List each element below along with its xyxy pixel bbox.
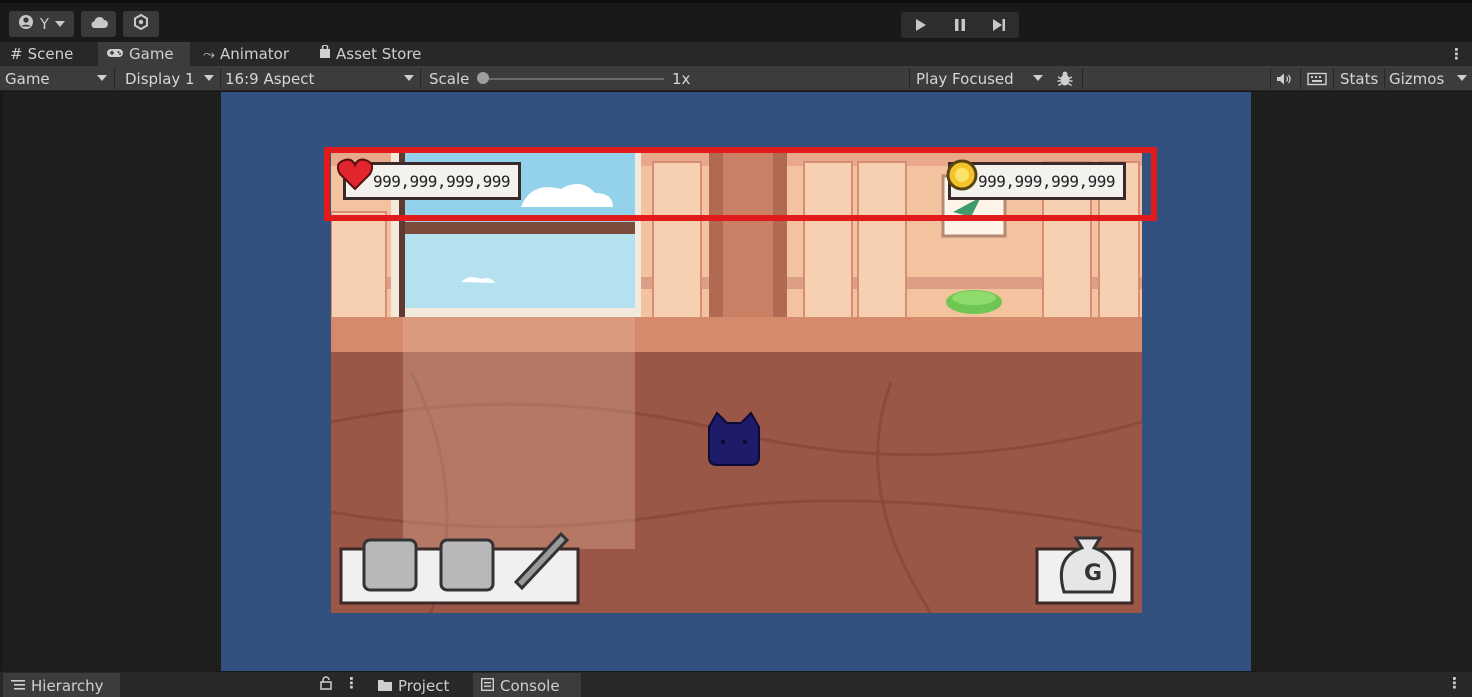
account-dropdown[interactable]: Y — [9, 11, 74, 37]
cloud-button[interactable] — [81, 11, 116, 37]
view-mode-label: Game — [5, 69, 50, 88]
more-options-icon[interactable]: ⋮ — [344, 674, 359, 692]
play-button[interactable] — [901, 12, 940, 38]
chevron-down-icon[interactable] — [1457, 75, 1467, 81]
account-icon — [18, 14, 34, 34]
tab-asset-store[interactable]: Asset Store — [311, 42, 429, 66]
chevron-down-icon — [404, 75, 414, 81]
playmode-controls — [901, 12, 1019, 38]
chevron-down-icon — [204, 75, 214, 81]
tab-asset-store-label: Asset Store — [336, 45, 422, 63]
scale-slider-handle[interactable] — [477, 72, 489, 84]
tab-console-label: Console — [500, 676, 560, 695]
bottom-panel-tabs: Hierarchy ⋮ Project Console ⋮ — [0, 671, 1472, 697]
divider — [114, 68, 115, 89]
account-label: Y — [39, 15, 50, 33]
tab-scene[interactable]: # Scene — [2, 42, 81, 66]
step-icon — [993, 19, 1006, 31]
more-options-icon[interactable]: ⋮ — [1449, 42, 1464, 66]
step-button[interactable] — [980, 12, 1019, 38]
view-tabs: # Scene Game ⤳ Animator Asset Store ⋮ — [0, 42, 1472, 66]
play-mode-label: Play Focused — [916, 69, 1014, 88]
tab-game[interactable]: Game — [98, 42, 190, 66]
game-scene[interactable]: G — [331, 152, 1142, 613]
tab-project-label: Project — [398, 676, 450, 695]
play-icon — [915, 19, 926, 31]
tab-animator[interactable]: ⤳ Animator — [195, 42, 297, 66]
bug-icon[interactable] — [1056, 66, 1074, 91]
divider — [1384, 68, 1385, 89]
pause-button[interactable] — [940, 12, 979, 38]
tab-hierarchy[interactable]: Hierarchy — [3, 673, 120, 697]
svg-text:G: G — [1084, 561, 1102, 586]
aspect-dropdown[interactable]: 16:9 Aspect — [225, 66, 415, 91]
bag-panel: G — [1035, 536, 1134, 605]
divider — [1300, 68, 1301, 89]
tab-scene-label: Scene — [27, 45, 74, 63]
animator-icon: ⤳ — [203, 45, 216, 63]
gamepad-icon — [106, 45, 124, 63]
stone-upgrade-icon — [439, 538, 495, 592]
divider — [220, 68, 221, 89]
coin-icon — [945, 158, 979, 196]
folder-icon — [378, 677, 392, 695]
list-icon — [11, 677, 25, 695]
main-toolbar: Y — [0, 0, 1472, 42]
scale-slider-track[interactable] — [482, 78, 664, 80]
pause-icon — [954, 19, 965, 31]
scale-label: Scale — [429, 69, 470, 88]
console-icon — [480, 677, 495, 695]
aspect-label: 16:9 Aspect — [225, 69, 315, 88]
keyboard-icon[interactable] — [1307, 66, 1327, 91]
tab-project[interactable]: Project — [370, 673, 457, 697]
view-mode-dropdown[interactable]: Game — [5, 66, 111, 91]
lock-icon[interactable] — [320, 676, 332, 694]
chevron-down-icon — [1033, 75, 1043, 81]
divider — [1082, 68, 1083, 89]
display-label: Display 1 — [125, 69, 195, 88]
game-view-toolbar: Game Display 1 16:9 Aspect Scale 1x Play… — [0, 66, 1472, 91]
grid-icon: # — [10, 45, 23, 63]
chevron-down-icon — [97, 75, 107, 81]
tab-console[interactable]: Console — [473, 673, 581, 697]
tab-hierarchy-label: Hierarchy — [31, 676, 104, 695]
chevron-down-icon — [55, 21, 66, 27]
divider — [1270, 68, 1271, 89]
divider — [909, 68, 910, 89]
play-mode-dropdown[interactable]: Play Focused — [916, 66, 1042, 91]
divider — [420, 68, 421, 89]
scale-value: 1x — [672, 69, 691, 88]
collab-icon — [133, 13, 149, 34]
hp-value: 999,999,999,999 — [373, 171, 511, 191]
audio-mute-icon[interactable] — [1276, 66, 1292, 91]
divider — [1333, 68, 1334, 89]
gizmos-button[interactable]: Gizmos — [1389, 66, 1444, 91]
more-options-icon[interactable]: ⋮ — [1447, 674, 1462, 692]
shopping-bag-icon — [319, 44, 331, 63]
cloud-icon — [89, 15, 109, 33]
tab-animator-label: Animator — [220, 45, 289, 63]
collab-button[interactable] — [123, 11, 159, 37]
stone-item-icon — [362, 538, 418, 592]
gold-value: 999,999,999,999 — [978, 171, 1116, 191]
stats-button[interactable]: Stats — [1340, 66, 1378, 91]
tab-game-label: Game — [129, 45, 174, 63]
heart-icon — [336, 157, 374, 195]
